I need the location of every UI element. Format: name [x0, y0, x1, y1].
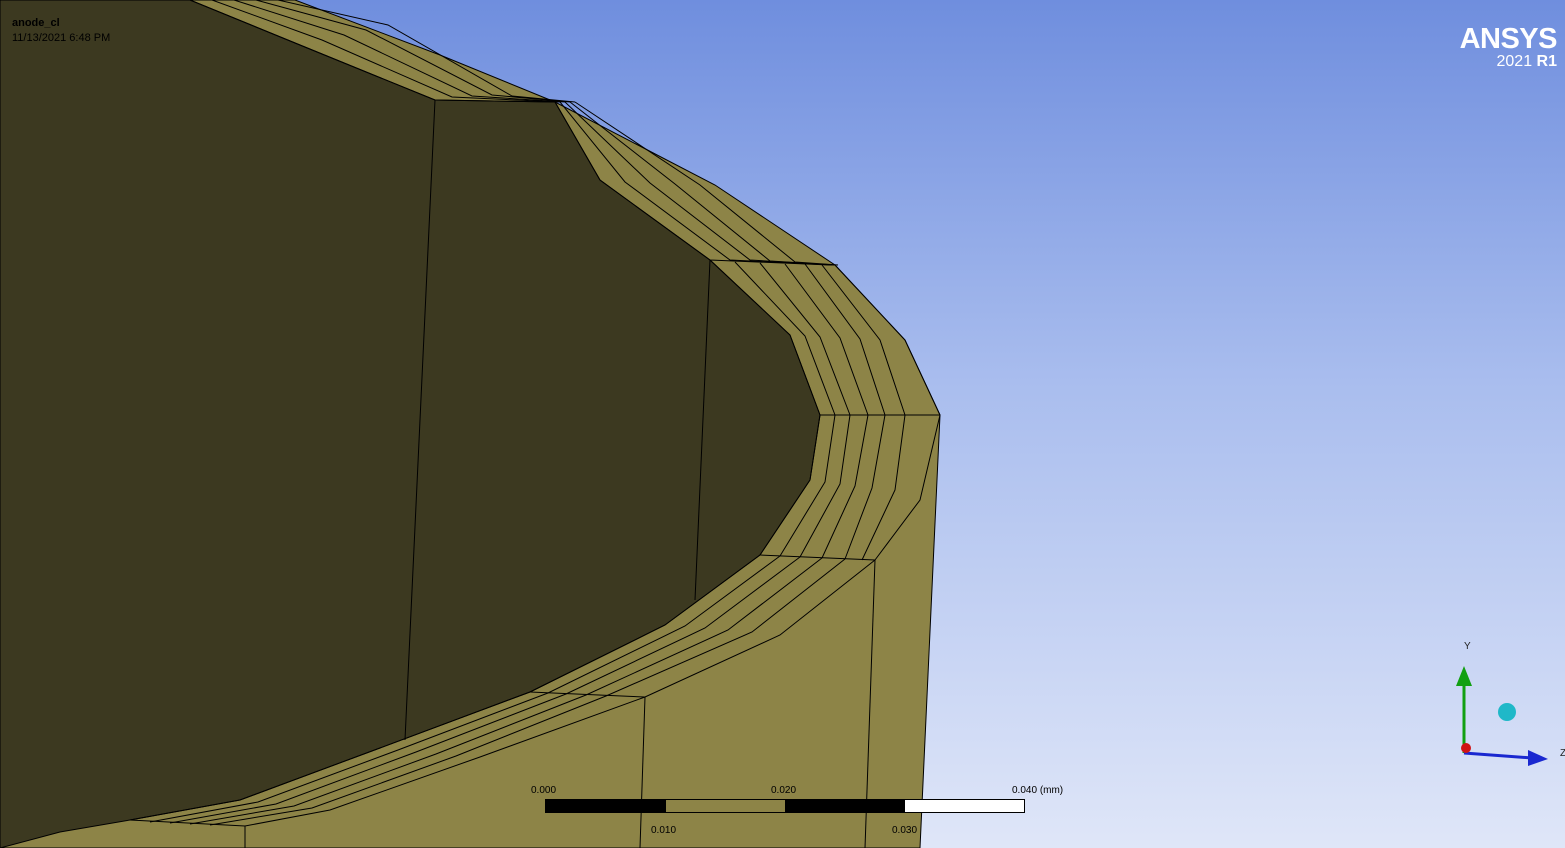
isometric-view-ball[interactable] — [1498, 703, 1516, 721]
brand-version: 2021 R1 — [1460, 53, 1558, 70]
x-axis-origin — [1461, 743, 1471, 753]
scale-segment — [785, 800, 905, 812]
scale-unit: (mm) — [1039, 785, 1064, 796]
brand-name: ANSYS — [1459, 23, 1558, 55]
scale-label-020: 0.020 — [771, 785, 797, 796]
scale-bar: 0.000 0.020 0.040 (mm) 0.010 0.030 — [531, 785, 1063, 836]
z-axis-arrow — [1463, 751, 1533, 760]
model-geometry[interactable] — [0, 0, 1565, 848]
ansys-logo: ANSYS 2021 R1 — [1459, 23, 1558, 70]
triad-axes — [1456, 666, 1548, 766]
z-axis-arrowhead — [1528, 750, 1548, 766]
graphics-viewport[interactable]: anode_cl 11/13/2021 6:48 PM ANSYS 2021 R… — [0, 0, 1565, 848]
scale-segment — [666, 800, 786, 812]
scale-label-040-value: 0.040 — [1012, 785, 1038, 796]
model-header: anode_cl 11/13/2021 6:48 PM — [12, 16, 110, 46]
scale-label-0: 0.000 — [531, 785, 557, 796]
brand-version-year: 2021 — [1496, 53, 1533, 70]
triad-y-label: Y — [1464, 641, 1471, 652]
scale-label-010: 0.010 — [651, 825, 677, 836]
coordinate-triad[interactable]: Y Z — [1440, 638, 1565, 768]
timestamp-label: 11/13/2021 6:48 PM — [12, 32, 111, 44]
triad-z-label: Z — [1560, 748, 1565, 759]
scale-label-030: 0.030 — [892, 825, 918, 836]
scale-bar-track — [545, 799, 1025, 813]
brand-version-release: R1 — [1536, 53, 1557, 70]
scale-segment — [904, 800, 1024, 812]
y-axis-arrowhead — [1456, 666, 1472, 686]
scale-label-040: 0.040 (mm) — [1012, 785, 1063, 796]
model-name-label: anode_cl — [12, 17, 60, 29]
scale-segment — [546, 800, 666, 812]
